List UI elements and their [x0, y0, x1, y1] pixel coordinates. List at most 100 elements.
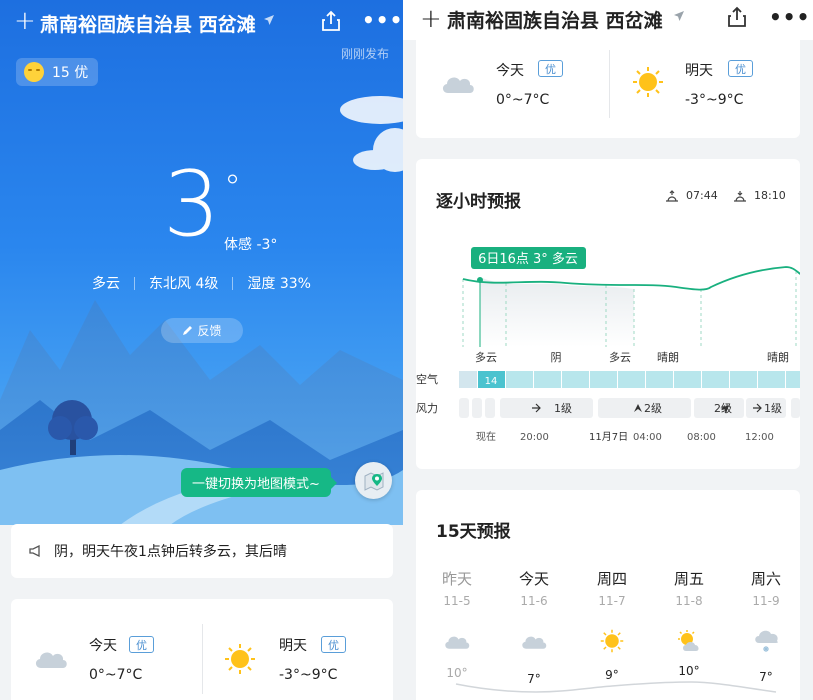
wind-row-label: 风力	[416, 402, 438, 415]
two-day-summary-card[interactable]: 今天 优 0°~7°C 明天 优 -3°~9°C	[416, 40, 800, 138]
air-quality-bars	[459, 371, 800, 388]
time-label-now: 现在	[476, 431, 496, 443]
forecast-day-2[interactable]: 周四 11-7 9°	[582, 568, 642, 682]
wind-level-4: 1级	[764, 402, 782, 415]
aqi-value: 15 优	[52, 65, 89, 81]
now-marker-dot	[477, 277, 483, 283]
sun-icon	[225, 644, 255, 674]
air-row-label: 空气	[416, 372, 438, 386]
fifteen-day-forecast-card[interactable]: 15天预报 昨天 11-5 10° 今天 11-6 7° 周四 11-7 9° …	[416, 490, 800, 700]
sunset-icon	[734, 190, 746, 202]
forecast-date: 11-9	[752, 594, 780, 608]
tomorrow-label: 明天	[685, 63, 713, 79]
cloud-icon	[504, 624, 564, 658]
forecast-date: 11-8	[675, 594, 703, 608]
wind-bars	[459, 398, 800, 418]
forecast-day-3[interactable]: 周五 11-8 10°	[659, 568, 719, 678]
more-menu-icon[interactable]: •••	[769, 5, 810, 29]
forecast-weekday: 昨天	[441, 570, 472, 588]
add-city-button[interactable]: +	[14, 6, 36, 36]
condition-text: 多云	[92, 276, 121, 292]
scrolled-weather-panel: + 肃南裕固族自治县 西岔滩 ••• 今天 优 0°~7°C 明天 优 -3°~…	[403, 0, 813, 700]
sun-icon	[633, 67, 663, 97]
degree-symbol: °	[224, 168, 241, 208]
share-icon[interactable]	[727, 6, 747, 28]
sunrise-info: 07:44	[664, 189, 718, 202]
location-arrow-icon	[264, 15, 274, 25]
hourly-forecast-card[interactable]: 逐小时预报 07:44 18:10 6日16点 3° 多云 多云 阴 多云 晴朗…	[416, 159, 800, 469]
feels-like: 体感 -3°	[224, 237, 278, 253]
cloud-icon	[35, 652, 67, 668]
cloud-icon	[442, 77, 474, 93]
location-title[interactable]: 肃南裕固族自治县 西岔滩	[40, 10, 256, 37]
condition-row: 多云 东北风 4级 湿度 33%	[0, 273, 403, 293]
forecast-date: 11-6	[520, 594, 548, 608]
forecast-date: 11-7	[598, 594, 626, 608]
time-label-2000: 20:00	[520, 432, 549, 443]
cloudy-shade	[480, 277, 634, 347]
top-bar: + 肃南裕固族自治县 西岔滩 •••	[0, 0, 403, 44]
time-label-0400: 04:00	[633, 432, 662, 443]
map-mode-tooltip[interactable]: 一键切换为地图模式~	[181, 468, 337, 497]
hourly-temperature-graph[interactable]: 6日16点 3° 多云 多云 阴 多云 晴朗 晴朗 空气 14 风力 1级 2级…	[416, 229, 800, 469]
sun-cloud-icon	[659, 624, 719, 658]
hour-condition-3: 多云	[609, 350, 631, 364]
wind-level-2: 2级	[644, 402, 662, 415]
divider	[232, 276, 234, 290]
top-bar: + 肃南裕固族自治县 西岔滩 •••	[403, 0, 813, 40]
air-value-now: 14	[485, 376, 498, 387]
today-aqi-badge: 优	[538, 60, 563, 77]
snow-cloud-icon	[736, 624, 796, 658]
two-day-summary-card[interactable]: 今天 优 0°~7°C 明天 优 -3°~9°C	[11, 599, 393, 700]
share-icon[interactable]	[321, 10, 341, 32]
divider	[609, 50, 610, 118]
tomorrow-label: 明天	[279, 638, 307, 654]
today-label: 今天	[89, 638, 117, 654]
tomorrow-range: -3°~9°C	[685, 92, 744, 108]
divider	[202, 624, 203, 694]
sunset-time: 18:10	[754, 189, 786, 202]
sun-icon	[582, 624, 642, 658]
fifteen-day-title: 15天预报	[436, 522, 511, 542]
today-aqi-badge: 优	[129, 636, 154, 653]
forecast-weekday: 今天	[518, 570, 549, 588]
time-label-1200: 12:00	[745, 432, 774, 443]
wind-text: 东北风 4级	[149, 276, 219, 292]
pencil-icon	[183, 326, 193, 335]
cloud-icon	[427, 624, 487, 658]
tomorrow-aqi-badge: 优	[728, 60, 753, 77]
tomorrow-range: -3°~9°C	[279, 667, 338, 683]
forecast-weekday: 周六	[750, 570, 781, 588]
forecast-day-1[interactable]: 今天 11-6 7°	[504, 568, 564, 686]
location-title[interactable]: 肃南裕固族自治县 西岔滩	[447, 6, 663, 33]
hour-condition-1: 多云	[475, 350, 497, 364]
map-mode-button[interactable]	[355, 462, 392, 499]
today-range: 0°~7°C	[496, 92, 550, 108]
tomorrow-aqi-badge: 优	[321, 636, 346, 653]
air-quality-chip[interactable]: 15 优	[16, 58, 99, 86]
hourly-title: 逐小时预报	[436, 192, 521, 212]
forecast-day-4[interactable]: 周六 11-9 7°	[736, 568, 796, 684]
forecast-notice[interactable]: 阴，明天午夜1点钟后转多云，其后晴	[11, 524, 393, 578]
today-range: 0°~7°C	[89, 667, 143, 683]
divider	[134, 276, 136, 290]
feedback-label: 反馈	[197, 324, 222, 338]
publish-status: 刚刚发布	[340, 47, 389, 61]
location-arrow-icon	[674, 11, 684, 21]
aqi-face-icon	[24, 62, 44, 82]
main-weather-panel: + 肃南裕固族自治县 西岔滩 ••• 刚刚发布 15 优 3 ° 体感 -3° …	[0, 0, 403, 700]
feedback-button[interactable]: 反馈	[161, 318, 243, 343]
sunrise-icon	[666, 189, 678, 202]
add-city-button[interactable]: +	[420, 4, 442, 34]
time-label-0800: 08:00	[687, 432, 716, 443]
forecast-weekday: 周四	[596, 570, 627, 588]
time-label-date: 11月7日	[589, 431, 628, 443]
forecast-date: 11-5	[443, 594, 471, 608]
notice-text: 阴，明天午夜1点钟后转多云，其后晴	[54, 544, 287, 560]
wind-level-3: 2级	[714, 402, 732, 415]
wind-level-1: 1级	[554, 402, 572, 415]
hourly-tooltip: 6日16点 3° 多云	[478, 251, 578, 267]
forecast-day-0[interactable]: 昨天 11-5 10°	[427, 568, 487, 680]
more-menu-icon[interactable]: •••	[362, 8, 403, 32]
today-label: 今天	[496, 63, 524, 79]
